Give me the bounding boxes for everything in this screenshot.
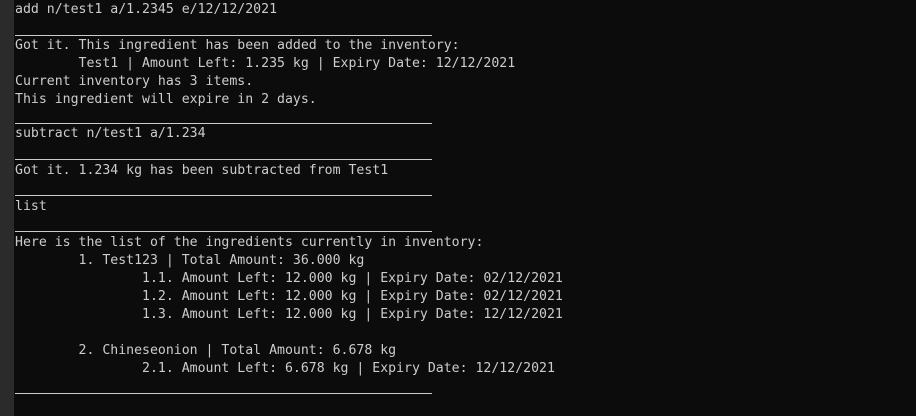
response-line: This ingredient will expire in 2 days. bbox=[15, 92, 317, 107]
inventory-batch-line: 1.2. Amount Left: 12.000 kg | Expiry Dat… bbox=[15, 289, 563, 304]
command-line-subtract: subtract n/test1 a/1.234 bbox=[15, 126, 206, 141]
inventory-item-line: 1. Test123 | Total Amount: 36.000 kg bbox=[15, 253, 365, 268]
response-line: Got it. 1.234 kg has been subtracted fro… bbox=[15, 163, 389, 178]
inventory-batch-line: 2.1. Amount Left: 6.678 kg | Expiry Date… bbox=[15, 361, 555, 376]
divider-line bbox=[15, 195, 432, 196]
divider-line bbox=[15, 159, 432, 160]
divider-line bbox=[15, 123, 432, 124]
inventory-batch-line: 1.1. Amount Left: 12.000 kg | Expiry Dat… bbox=[15, 271, 563, 286]
divider-line bbox=[15, 35, 432, 36]
command-line-list: list bbox=[15, 199, 47, 214]
response-line: Here is the list of the ingredients curr… bbox=[15, 235, 484, 250]
divider-line bbox=[15, 393, 432, 394]
divider-line bbox=[15, 231, 432, 232]
response-line: Got it. This ingredient has been added t… bbox=[15, 38, 460, 53]
terminal-output[interactable]: add n/test1 a/1.2345 e/12/12/2021 Got it… bbox=[15, 0, 916, 416]
inventory-item-line: 2. Chineseonion | Total Amount: 6.678 kg bbox=[15, 343, 397, 358]
window-left-border bbox=[0, 0, 14, 416]
response-line: Current inventory has 3 items. bbox=[15, 74, 254, 89]
inventory-batch-line: 1.3. Amount Left: 12.000 kg | Expiry Dat… bbox=[15, 307, 563, 322]
command-line-add: add n/test1 a/1.2345 e/12/12/2021 bbox=[15, 2, 278, 17]
response-line: Test1 | Amount Left: 1.235 kg | Expiry D… bbox=[15, 56, 516, 71]
